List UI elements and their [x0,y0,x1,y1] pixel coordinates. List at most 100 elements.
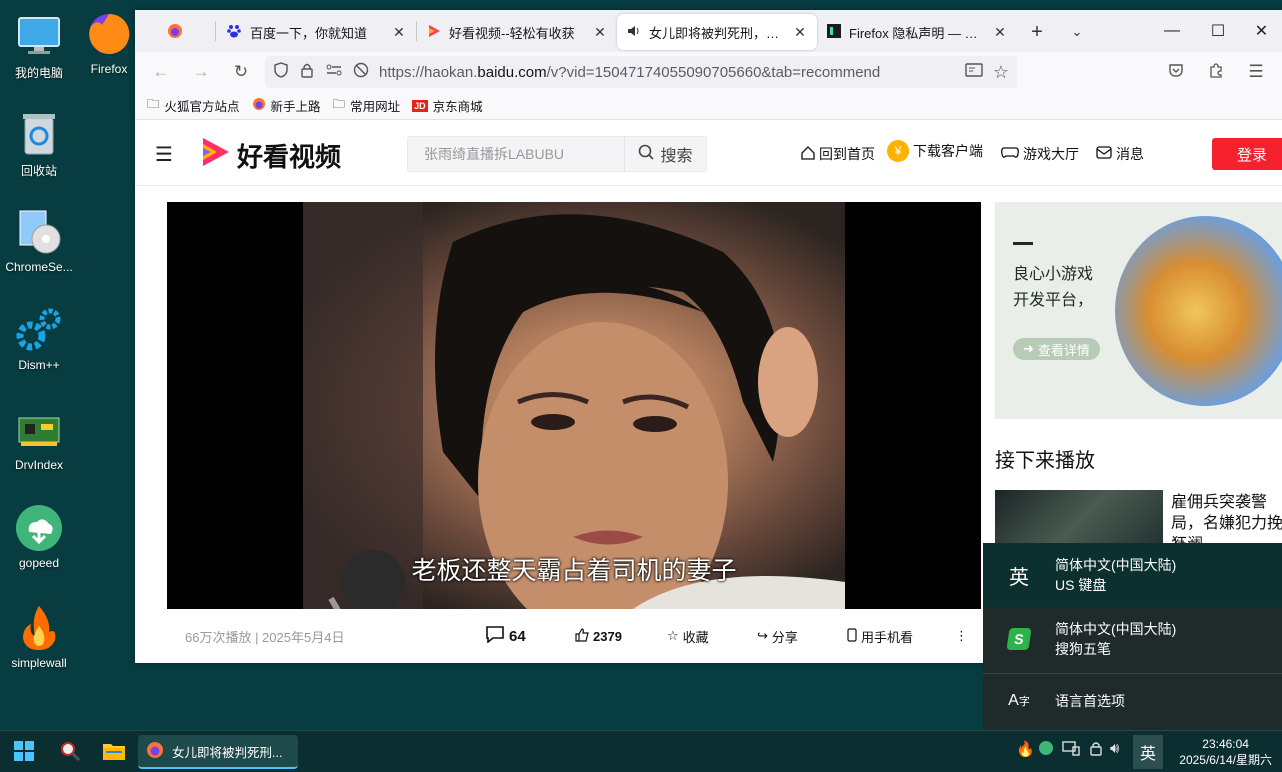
jd-icon: JD [412,99,428,112]
url-text[interactable]: https://haokan.baidu.com/v?vid=150471740… [379,64,955,81]
ad-game-art [1115,216,1282,406]
hamburger-icon[interactable]: ☰ [155,142,173,167]
search-input[interactable]: 张雨绮直播拆LABUBU [408,144,624,164]
system-clock[interactable]: 23:46:04 2025/6/14/星期六 [1179,736,1272,768]
desktop-icon-firefox[interactable]: Firefox [74,10,144,76]
security-tray-icon[interactable] [1088,740,1104,760]
ad-details-button[interactable]: ➜ 查看详情 [1013,338,1100,360]
share-icon: ↪ [757,628,768,643]
ime-option-sogou-wubi[interactable]: S 简体中文(中国大陆) 搜狗五笔 [983,607,1282,671]
file-explorer-button[interactable] [96,735,132,769]
bookmark-jd[interactable]: JD 京东商城 [412,96,483,115]
bookmark-getting-started[interactable]: 新手上路 [252,96,321,115]
close-icon[interactable]: ✕ [593,24,607,41]
gopeed-tray-icon[interactable] [1038,740,1054,760]
mozilla-icon [827,23,841,41]
share-button[interactable]: ↪ 分享 [757,627,847,646]
favorite-button[interactable]: ☆ 收藏 [667,627,757,646]
desktop-icon-dism[interactable]: Dism++ [0,306,78,372]
tab-baidu[interactable]: 百度一下，你就知道 ✕ [216,14,416,50]
tab-current-video[interactable]: 女儿即将被判死刑，父亲看 ✕ [617,14,817,50]
desktop-icon-label: 回收站 [20,164,57,178]
list-all-tabs-button[interactable]: ⌄ [1057,14,1097,50]
desktop-icon-my-computer[interactable]: 我的电脑 [0,12,78,81]
shield-icon[interactable] [273,62,289,82]
site-logo-text: 好看视频 [237,142,342,172]
desktop-icon-gopeed[interactable]: gopeed [0,504,78,570]
plus-icon: + [1031,20,1043,43]
nav-home[interactable]: 回到首页 [801,144,875,164]
simplewall-tray-icon[interactable]: 🔥 [1016,740,1035,758]
forward-button[interactable]: → [183,56,219,88]
minimize-button[interactable]: — [1149,10,1195,52]
bookmark-folder-common-sites[interactable]: 🗀 常用网址 [333,95,401,116]
comment-button[interactable]: 64 [485,625,575,647]
folder-icon: 🗀 [332,97,346,111]
taskbar-window-title: 女儿即将被判死刑... [172,745,283,760]
close-icon[interactable]: ✕ [793,24,807,41]
ime-indicator[interactable]: 英 [1133,735,1163,769]
reader-view-icon[interactable] [965,62,983,82]
close-icon: ✕ [1254,23,1269,40]
minimize-icon: — [1164,22,1180,39]
new-tab-button[interactable]: + [1017,14,1057,50]
desktop-icon-label: 我的电脑 [14,66,63,80]
ime-option-us-keyboard[interactable]: 英 简体中文(中国大陆) US 键盘 [983,543,1282,607]
taskbar-firefox-window[interactable]: 女儿即将被判死刑... [138,735,298,769]
haokan-play-icon [427,24,441,41]
setup-disc-icon [15,208,63,256]
gear-icon [15,306,63,354]
tab-haokan[interactable]: 好看视频--轻松有收获 ✕ [417,14,617,50]
tab-firefox-privacy[interactable]: Firefox 隐私声明 — Mozill ✕ [817,14,1017,50]
login-button[interactable]: 登录 [1212,138,1282,170]
menu-button[interactable]: ☰ [1238,56,1274,88]
ad-banner[interactable]: 良心小游戏 开发平台， ➜ 查看详情 [995,202,1282,419]
lock-icon[interactable] [299,62,315,82]
close-icon[interactable]: ✕ [392,24,406,41]
maximize-button[interactable]: ☐ [1195,10,1241,52]
star-icon[interactable]: ☆ [993,62,1009,83]
like-button[interactable]: 2379 [575,627,667,645]
taskbar-tool-button[interactable] [52,735,88,769]
network-icon[interactable] [1062,740,1080,760]
close-icon[interactable]: ✕ [993,24,1007,41]
language-icon: A字 [1008,692,1030,709]
desktop-icon-chromese[interactable]: ChromeSe... [0,208,78,274]
close-window-button[interactable]: ✕ [1241,10,1282,52]
volume-icon[interactable]: 🔊︎ [1110,740,1119,757]
desktop-icon-simplewall[interactable]: simplewall [0,604,78,670]
arrow-right-icon: → [192,62,210,81]
video-player[interactable]: 老板还整天霸占着司机的妻子 [167,202,981,609]
desktop-icon-recycle-bin[interactable]: 回收站 [0,110,78,179]
navigation-bar: ← → ↻ https://haokan.baidu.com/v?vid=150… [135,52,1282,92]
nav-messages[interactable]: 消息 [1096,144,1144,164]
up-next-item[interactable]: 雇佣兵突袭警局，名嫌犯力挽狂澜 泡个 [995,490,1282,554]
bookmark-folder-firefox-official[interactable]: 🗀 火狐官方站点 [147,95,240,116]
more-options-button[interactable]: ⋮ [955,628,975,644]
video-frame: 老板还整天霸占着司机的妻子 [303,202,845,609]
desktop-icon-drvindex[interactable]: DrvIndex [0,406,78,472]
bookmarks-toolbar: 🗀 火狐官方站点 新手上路 🗀 常用网址 JD 京东商城 [135,92,1282,120]
arrow-left-icon: ← [152,62,170,81]
permissions-icon[interactable] [325,62,343,82]
autoplay-blocked-icon[interactable] [353,62,369,82]
tab-firefox-pinned[interactable] [135,14,215,50]
flame-icon [15,604,63,652]
watch-on-phone-button[interactable]: 用手机看 [847,627,955,646]
reload-button[interactable]: ↻ [223,56,259,88]
site-logo[interactable]: 好看视频 [199,136,341,175]
speaker-icon[interactable] [627,24,641,41]
back-button[interactable]: ← [143,56,179,88]
language-preferences-link[interactable]: A字 语言首选项 [983,669,1282,733]
search-box[interactable]: 张雨绮直播拆LABUBU 搜索 [407,136,707,172]
ime-language: 简体中文(中国大陆) [1055,557,1177,573]
start-button[interactable] [6,735,42,769]
extensions-button[interactable] [1198,56,1234,88]
nav-game-hall[interactable]: 游戏大厅 [1001,144,1079,164]
maximize-icon: ☐ [1210,23,1226,40]
url-bar[interactable]: https://haokan.baidu.com/v?vid=150471740… [265,56,1017,88]
search-button[interactable]: 搜索 [624,137,706,171]
nav-download-client[interactable]: ¥ 下载客户端 [887,140,983,162]
pocket-button[interactable] [1158,56,1194,88]
up-next-heading: 接下来播放 [995,450,1095,472]
